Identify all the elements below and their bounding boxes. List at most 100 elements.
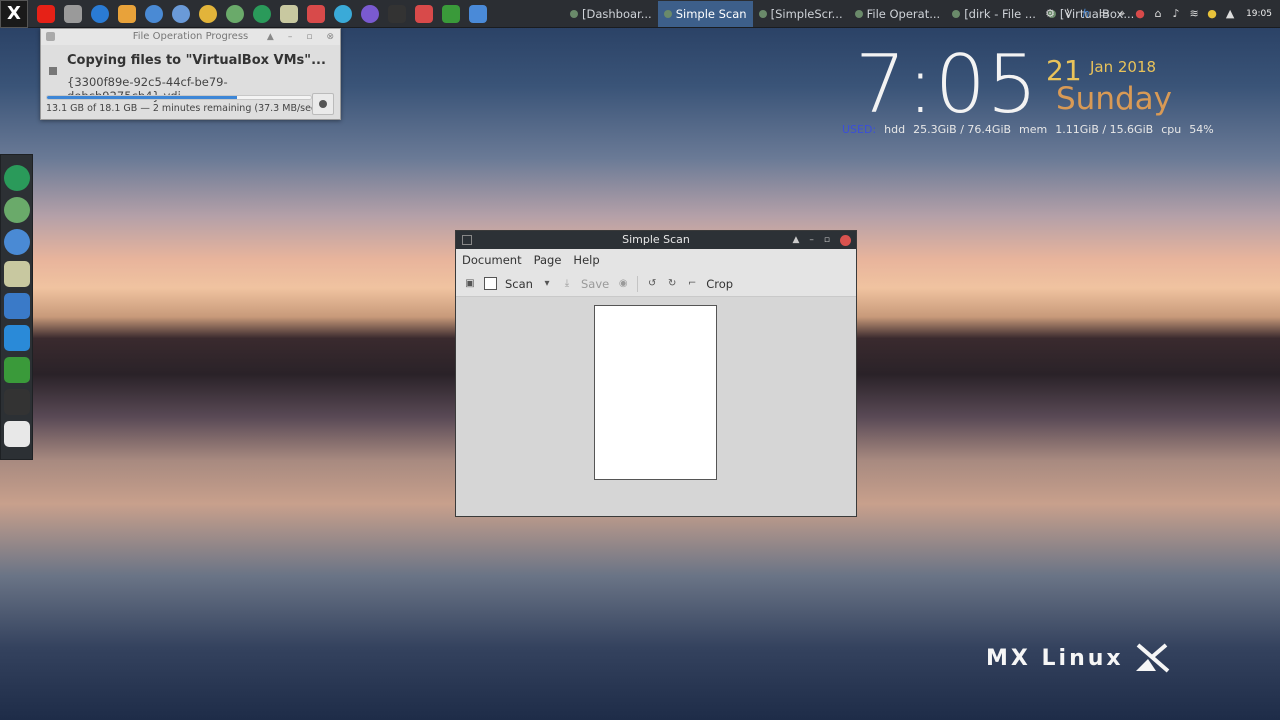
cpu-value: 54% xyxy=(1189,123,1214,136)
fileop-titlebar[interactable]: File Operation Progress ▲ – ▫ ⊗ xyxy=(41,29,340,45)
paperclip-icon[interactable]: ⌇ xyxy=(1062,8,1074,20)
new-document-icon[interactable]: ▣ xyxy=(464,278,476,290)
scan-minimize-icon[interactable]: – xyxy=(809,231,814,249)
shade-icon[interactable]: ▲ xyxy=(267,29,274,45)
cpu-label: cpu xyxy=(1161,123,1182,136)
chart-app-launcher[interactable] xyxy=(438,2,464,26)
volume-icon[interactable]: ♪ xyxy=(1170,8,1182,20)
menu-document[interactable]: Document xyxy=(462,253,522,267)
youtube-icon xyxy=(37,4,55,23)
scan-shade-icon[interactable]: ▲ xyxy=(792,231,799,249)
dock-notes-icon[interactable] xyxy=(3,325,30,351)
copy-progress-bar xyxy=(46,95,312,100)
lock-icon[interactable]: ⌂ xyxy=(1152,8,1164,20)
task-item[interactable]: [Dashboar... xyxy=(564,1,658,27)
crop-button[interactable]: Crop xyxy=(706,277,733,291)
display-icon[interactable]: ▭ xyxy=(1098,8,1110,20)
screencast-launcher[interactable] xyxy=(411,2,437,26)
d-app-launcher[interactable] xyxy=(330,2,356,26)
eject-icon[interactable]: ▲ xyxy=(1224,8,1236,20)
rotate-left-icon[interactable]: ↺ xyxy=(646,278,658,290)
network-globe-launcher[interactable] xyxy=(222,2,248,26)
fileop-app-icon xyxy=(46,32,55,41)
dock-editor-icon[interactable] xyxy=(3,421,30,447)
system-tray: ⚙ ⌇ ℎ ▭ ⌖ ● ⌂ ♪ ≋ ● ▲ 19:05 xyxy=(1044,0,1280,28)
dock-green-app-icon[interactable] xyxy=(3,165,30,191)
terminal-launcher[interactable] xyxy=(384,2,410,26)
window-launcher[interactable] xyxy=(465,2,491,26)
chrome-icon xyxy=(199,4,217,23)
task-item[interactable]: File Operat... xyxy=(849,1,947,27)
taskbar: X [Dashboar... Simple Scan [SimpleScr... Fi… xyxy=(0,0,1280,28)
minimize-icon[interactable]: – xyxy=(288,29,293,45)
file-manager-launcher[interactable] xyxy=(276,2,302,26)
chrome-launcher[interactable] xyxy=(195,2,221,26)
task-label: File Operat... xyxy=(866,7,941,21)
download-launcher[interactable] xyxy=(114,2,140,26)
screenshot-launcher[interactable] xyxy=(60,2,86,26)
hp-printer-icon[interactable]: ℎ xyxy=(1080,8,1092,20)
wifi-icon[interactable]: ≋ xyxy=(1188,8,1200,20)
search-launcher[interactable] xyxy=(87,2,113,26)
record-icon[interactable]: ● xyxy=(1134,8,1146,20)
dock-mx-tools-icon[interactable] xyxy=(3,293,30,319)
viber-launcher[interactable] xyxy=(357,2,383,26)
dock-globe-icon[interactable] xyxy=(3,197,30,223)
quick-launchers xyxy=(32,2,491,26)
scan-menubar: Document Page Help xyxy=(456,249,856,271)
scan-titlebar[interactable]: Simple Scan ▲ – ▫ xyxy=(456,231,856,249)
save-button[interactable]: Save xyxy=(581,277,609,291)
task-label: [SimpleScr... xyxy=(770,7,843,21)
conky-weekday: Sunday xyxy=(1056,81,1172,117)
thunderbird-launcher[interactable] xyxy=(141,2,167,26)
task-item[interactable]: Simple Scan xyxy=(657,1,753,27)
dock-file-manager-icon[interactable] xyxy=(3,261,30,287)
youtube-launcher[interactable] xyxy=(33,2,59,26)
start-menu-button[interactable]: X xyxy=(0,0,28,28)
green-app-icon xyxy=(253,4,271,23)
conky-month-year: Jan 2018 xyxy=(1090,58,1157,76)
network-icon[interactable]: ⚙ xyxy=(1044,8,1056,20)
scan-close-icon[interactable] xyxy=(840,234,851,246)
stop-copy-button[interactable] xyxy=(312,93,334,115)
dock-trash-icon[interactable] xyxy=(3,357,30,383)
browser-launcher[interactable] xyxy=(168,2,194,26)
dock-terminal-icon[interactable] xyxy=(3,389,30,415)
hdd-value: 25.3GiB / 76.4GiB xyxy=(913,123,1012,136)
location-icon[interactable]: ⌖ xyxy=(1116,8,1128,20)
menu-help[interactable]: Help xyxy=(573,253,599,267)
scan-title: Simple Scan xyxy=(622,233,690,246)
close-icon[interactable]: ⊗ xyxy=(326,29,334,45)
terminal-icon xyxy=(388,4,406,23)
menu-page[interactable]: Page xyxy=(534,253,562,267)
scan-button[interactable]: Scan xyxy=(505,277,533,291)
upload-launcher[interactable] xyxy=(303,2,329,26)
mx-logo-icon xyxy=(1135,643,1169,673)
scan-dropdown-icon[interactable]: ▾ xyxy=(541,278,553,290)
search-icon xyxy=(91,4,109,23)
scan-maximize-icon[interactable]: ▫ xyxy=(824,231,830,249)
green-app-launcher[interactable] xyxy=(249,2,275,26)
mem-label: mem xyxy=(1019,123,1048,136)
update-icon[interactable]: ● xyxy=(1206,8,1218,20)
scan-page-preview[interactable] xyxy=(594,305,717,480)
taskbar-clock[interactable]: 19:05 xyxy=(1246,9,1272,19)
maximize-icon[interactable]: ▫ xyxy=(306,29,312,45)
task-item[interactable]: [dirk - File ... xyxy=(946,1,1042,27)
file-operation-dialog: File Operation Progress ▲ – ▫ ⊗ Copying … xyxy=(40,28,341,120)
mx-linux-logo: MX Linux xyxy=(986,643,1172,673)
viber-icon xyxy=(361,4,379,23)
task-app-icon xyxy=(663,10,672,18)
task-item[interactable]: [SimpleScr... xyxy=(753,1,849,27)
copy-heading: Copying files to "VirtualBox VMs"... xyxy=(67,53,326,68)
network-globe-icon xyxy=(226,4,244,23)
dock-thunderbird-icon[interactable] xyxy=(3,229,30,255)
rotate-right-icon[interactable]: ↻ xyxy=(666,278,678,290)
window-icon xyxy=(469,4,487,23)
stop-scan-icon[interactable]: ◉ xyxy=(617,278,629,290)
scan-canvas xyxy=(456,297,856,516)
copy-status: 13.1 GB of 18.1 GB — 2 minutes remaining… xyxy=(46,103,320,114)
save-icon: ⤓ xyxy=(564,278,570,289)
scan-app-icon xyxy=(462,235,472,245)
task-app-icon xyxy=(952,10,961,18)
